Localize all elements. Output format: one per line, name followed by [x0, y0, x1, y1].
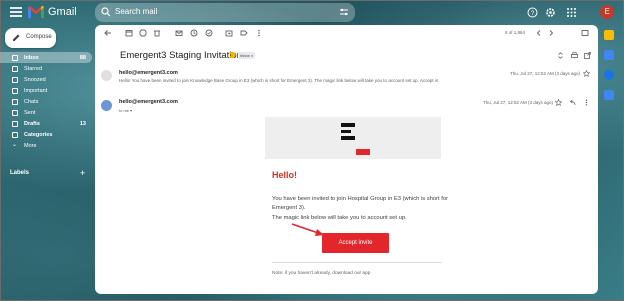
star-icon: [12, 65, 18, 72]
sidebar-item-label: Sent: [24, 109, 36, 116]
sidebar-nav: Inbox 88 Starred Snoozed Important Chats…: [0, 52, 92, 151]
sender-avatar: [101, 70, 112, 81]
side-panel-rail: [604, 30, 618, 110]
delete-icon[interactable]: [153, 29, 161, 37]
print-icon[interactable]: [571, 52, 578, 59]
contacts-icon[interactable]: [604, 90, 614, 100]
sidebar-item-label: Categories: [24, 131, 53, 138]
mark-unread-icon[interactable]: [175, 29, 183, 37]
important-marker-icon[interactable]: [229, 52, 236, 58]
help-icon[interactable]: ?: [527, 7, 538, 18]
clock-icon: [12, 76, 18, 83]
svg-text:?: ?: [531, 11, 535, 17]
open-in-new-window-icon[interactable]: [584, 52, 591, 59]
label-tag-icon[interactable]: [240, 29, 248, 37]
brand-red-bar: [356, 149, 370, 155]
report-spam-icon[interactable]: [139, 29, 147, 37]
gmail-logo-icon: [28, 5, 44, 18]
sidebar-item-important[interactable]: Important: [0, 85, 92, 96]
search-bar[interactable]: Search mail: [95, 3, 355, 22]
sidebar-item-chats[interactable]: Chats: [0, 96, 92, 107]
main-menu-icon[interactable]: [10, 7, 22, 17]
account-avatar[interactable]: E: [600, 5, 614, 19]
compose-label: Compose: [26, 34, 52, 40]
reply-icon[interactable]: [569, 99, 576, 106]
invitation-paragraph: You have been invited to join Hospital G…: [272, 196, 449, 211]
search-input[interactable]: Search mail: [115, 7, 157, 16]
sidebar-item-label: Chats: [24, 98, 39, 105]
more-vertical-icon[interactable]: [255, 29, 263, 37]
apps-grid-icon[interactable]: [566, 7, 577, 18]
sidebar-item-label: Snoozed: [24, 76, 46, 83]
accept-invite-button[interactable]: Accept invite: [322, 233, 389, 253]
draft-icon: [12, 120, 18, 127]
compose-button[interactable]: Compose: [5, 28, 56, 48]
message-date: Thu, Jul 27, 12:52 AM (3 days ago): [483, 100, 554, 105]
message-sender: hello@emergent3.com: [119, 99, 178, 105]
top-bar: Gmail Search mail ? E: [0, 0, 624, 26]
tasks-icon[interactable]: [604, 70, 614, 80]
chevron-down-icon: ⌄: [12, 142, 18, 148]
keep-icon[interactable]: [604, 50, 614, 60]
snooze-clock-icon[interactable]: [190, 29, 198, 37]
email-greeting: Hello!: [272, 170, 298, 180]
move-to-icon[interactable]: [225, 29, 233, 37]
label-icon: [12, 131, 18, 138]
expand-all-icon[interactable]: [557, 52, 564, 59]
sidebar-item-more[interactable]: ⌄ More: [0, 140, 92, 151]
calendar-icon[interactable]: [604, 30, 614, 40]
sidebar-item-label: Inbox: [24, 54, 39, 61]
message-snippet[interactable]: Hello! You have been invited to join Kno…: [119, 78, 459, 83]
add-label-button[interactable]: +: [80, 168, 85, 178]
older-chevron-left-icon[interactable]: [535, 29, 543, 37]
sidebar-item-snoozed[interactable]: Snoozed: [0, 74, 92, 85]
sender-avatar: [101, 100, 112, 111]
sidebar-item-label: More: [24, 142, 37, 149]
sidebar-item-starred[interactable]: Starred: [0, 63, 92, 74]
back-arrow-icon[interactable]: [104, 29, 112, 37]
sidebar-item-drafts[interactable]: Drafts 13: [0, 118, 92, 129]
more-vertical-icon[interactable]: [583, 99, 590, 106]
newer-chevron-right-icon[interactable]: [547, 29, 555, 37]
body-divider: [272, 262, 442, 263]
drafts-count: 13: [79, 120, 86, 127]
recipient-details-toggle[interactable]: to me ▾: [119, 108, 132, 113]
star-outline-icon[interactable]: [555, 99, 562, 106]
star-outline-icon[interactable]: [583, 70, 590, 77]
important-icon: [12, 87, 18, 94]
sidebar-item-categories[interactable]: Categories: [0, 129, 92, 140]
message-sender: hello@emergent3.com: [119, 70, 178, 76]
labels-heading: Labels: [10, 170, 30, 176]
message-panel: 6 of 1,864 Emergent3 Staging Invitation …: [95, 25, 598, 294]
sidebar-item-sent[interactable]: Sent: [0, 107, 92, 118]
search-icon[interactable]: [101, 7, 111, 17]
search-options-icon[interactable]: [339, 7, 349, 17]
emergent3-logo: [341, 123, 355, 143]
archive-icon[interactable]: [125, 29, 133, 37]
email-header-banner: [265, 117, 441, 159]
settings-gear-icon[interactable]: [545, 7, 556, 18]
app-name: Gmail: [48, 6, 77, 18]
inbox-icon: [12, 54, 18, 61]
chat-icon: [12, 98, 18, 105]
unread-count: 88: [79, 54, 86, 61]
page-count: 6 of 1,864: [505, 30, 526, 35]
magic-link-paragraph: The magic link below will take you to ac…: [272, 215, 407, 221]
input-tools-icon[interactable]: [581, 29, 589, 37]
sidebar-item-label: Starred: [24, 65, 43, 72]
message-toolbar: 6 of 1,864: [95, 25, 598, 41]
pencil-icon: [13, 34, 20, 41]
send-icon: [12, 109, 18, 116]
add-task-icon[interactable]: [205, 29, 213, 37]
sidebar-item-inbox[interactable]: Inbox 88: [0, 52, 92, 63]
sidebar-item-label: Important: [24, 87, 48, 94]
download-app-note: Note: if you haven't already, download o…: [272, 271, 371, 276]
message-date: Thu, Jul 27, 12:52 AM (3 days ago): [510, 71, 581, 76]
sidebar-item-label: Drafts: [24, 120, 40, 127]
email-subject: Emergent3 Staging Invitation: [120, 50, 242, 61]
inbox-label-tag[interactable]: Inbox ×: [238, 52, 256, 59]
